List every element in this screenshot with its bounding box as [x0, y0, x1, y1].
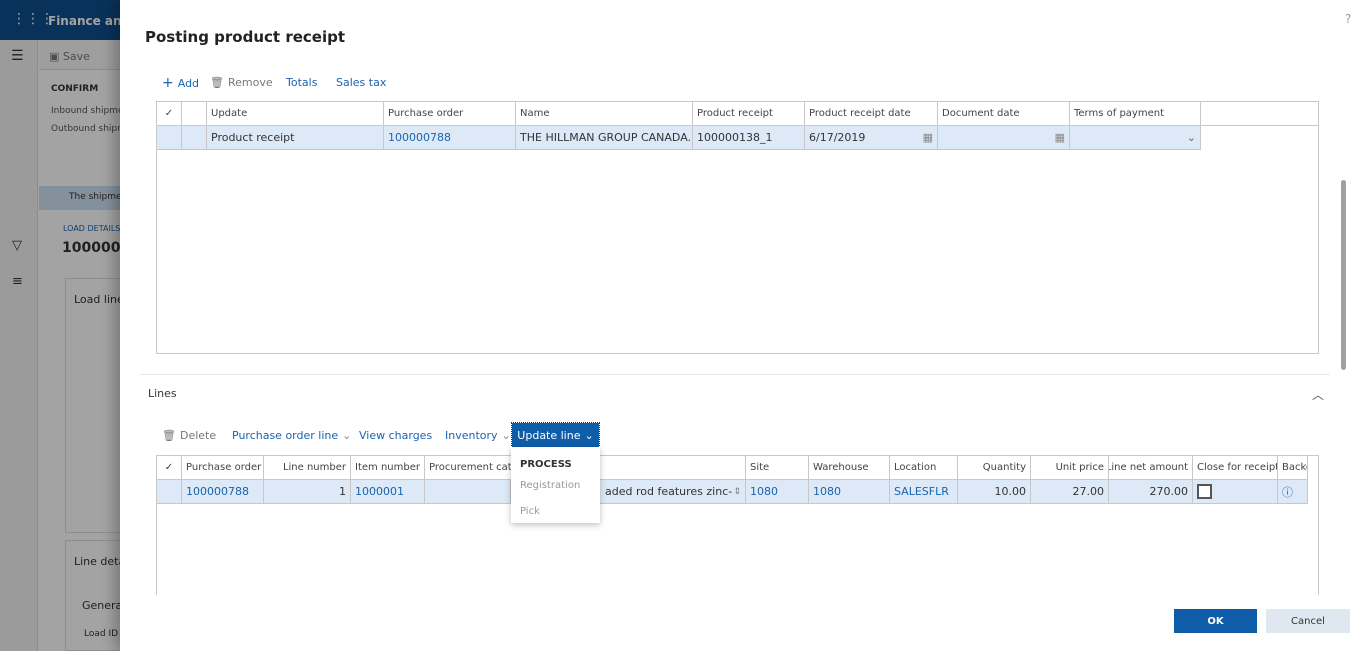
lines-grid: ✓ Purchase order Line number Item number… — [156, 455, 1319, 595]
help-icon[interactable]: ? — [1345, 12, 1351, 26]
table-row[interactable]: Product receipt 100000788 THE HILLMAN GR… — [157, 126, 1201, 150]
trash-icon: 🗑 — [162, 429, 176, 442]
delete-button[interactable]: 🗑 Delete — [162, 429, 216, 442]
lines-grid-header: ✓ Purchase order Line number Item number… — [157, 456, 1308, 480]
inventory-menu[interactable]: Inventory ⌄ — [445, 429, 511, 442]
totals-button[interactable]: Totals — [286, 76, 317, 89]
col-purchase-order[interactable]: Purchase order — [384, 102, 516, 125]
purchase-order-link[interactable]: 100000788 — [384, 126, 516, 149]
col-purchase-order[interactable]: Purchase order — [182, 456, 264, 479]
col-terms-of-payment[interactable]: Terms of payment — [1070, 102, 1201, 125]
product-receipt-date-value: 6/17/2019 — [809, 131, 866, 144]
col-location[interactable]: Location — [890, 456, 958, 479]
line-number-cell: 1 — [264, 480, 351, 503]
update-line-menu-button[interactable]: Update line ⌄ — [511, 422, 600, 448]
col-product-receipt[interactable]: Product receipt — [693, 102, 805, 125]
purchase-order-line-menu[interactable]: Purchase order line ⌄ — [232, 429, 351, 442]
quantity-cell[interactable]: 10.00 — [958, 480, 1031, 503]
update-line-dropdown-menu: PROCESS Registration Pick — [511, 447, 600, 523]
dialog-scrollbar[interactable] — [1341, 180, 1346, 370]
remove-button[interactable]: 🗑 Remove — [210, 76, 273, 89]
calendar-icon[interactable]: ▦ — [1055, 131, 1065, 144]
update-cell[interactable]: Product receipt — [207, 126, 384, 149]
chevron-down-icon: ⌄ — [584, 428, 594, 442]
warehouse-link[interactable]: 1080 — [809, 480, 890, 503]
purchase-order-link[interactable]: 100000788 — [182, 480, 264, 503]
chevron-down-icon: ⌄ — [501, 429, 511, 442]
select-all-checkmark-icon[interactable]: ✓ — [157, 456, 182, 479]
product-receipt-date-input[interactable]: 6/17/2019 ▦ — [805, 126, 938, 149]
header-grid: ✓ Update Purchase order Name Product rec… — [156, 101, 1319, 354]
dialog-title: Posting product receipt — [145, 28, 346, 46]
chevron-down-icon: ⌄ — [1186, 131, 1196, 144]
terms-of-payment-select[interactable]: ⌄ — [1070, 126, 1201, 149]
col-backorder[interactable]: Backo — [1278, 456, 1308, 479]
document-date-input[interactable]: ▦ — [938, 126, 1070, 149]
col-close-for-receipt[interactable]: Close for receipt — [1193, 456, 1278, 479]
menu-item-pick[interactable]: Pick — [520, 506, 540, 517]
chevron-down-icon: ⌄ — [342, 429, 352, 442]
row-marker-header — [182, 102, 207, 125]
add-label: Add — [177, 76, 200, 90]
menu-heading-process: PROCESS — [520, 459, 572, 470]
close-for-receipt-cell — [1193, 480, 1278, 503]
plus-icon: + — [162, 75, 174, 91]
col-item-number[interactable]: Item number — [351, 456, 425, 479]
unit-price-cell: 27.00 — [1031, 480, 1109, 503]
row-select[interactable] — [157, 126, 182, 149]
select-all-checkmark-icon[interactable]: ✓ — [157, 102, 182, 125]
table-row[interactable]: 100000788 1 1000001 aded rod features zi… — [157, 480, 1308, 504]
col-document-date[interactable]: Document date — [938, 102, 1070, 125]
col-update[interactable]: Update — [207, 102, 384, 125]
lines-section-title: Lines — [148, 387, 177, 400]
col-warehouse[interactable]: Warehouse — [809, 456, 890, 479]
name-cell: THE HILLMAN GROUP CANADA... — [516, 126, 693, 149]
calendar-icon[interactable]: ▦ — [923, 131, 933, 144]
row-select[interactable] — [157, 480, 182, 503]
col-line-net-amount[interactable]: Line net amount — [1109, 456, 1193, 479]
cancel-button[interactable]: Cancel — [1266, 609, 1350, 633]
add-button[interactable]: + Add — [162, 75, 199, 91]
item-number-link[interactable]: 1000001 — [351, 480, 425, 503]
section-divider — [140, 374, 1330, 375]
ok-button[interactable]: OK — [1174, 609, 1257, 633]
col-quantity[interactable]: Quantity — [958, 456, 1031, 479]
menu-item-registration[interactable]: Registration — [520, 480, 580, 491]
delete-label: Delete — [179, 429, 217, 442]
site-link[interactable]: 1080 — [746, 480, 809, 503]
col-unit-price[interactable]: Unit price — [1031, 456, 1109, 479]
collapse-chevron-up-icon[interactable]: ︿ — [1312, 386, 1324, 403]
location-link[interactable]: SALESFLR — [890, 480, 958, 503]
posting-product-receipt-dialog: Posting product receipt ? + Add 🗑 Remove T… — [120, 0, 1357, 651]
trash-icon: 🗑 — [210, 76, 224, 89]
col-name[interactable]: Name — [516, 102, 693, 125]
col-line-number[interactable]: Line number — [264, 456, 351, 479]
header-grid-header: ✓ Update Purchase order Name Product rec… — [157, 102, 1318, 126]
row-marker — [182, 126, 207, 149]
spinner-icon[interactable]: ⇕ — [733, 487, 741, 497]
line-net-amount-cell: 270.00 — [1109, 480, 1193, 503]
product-receipt-input[interactable]: 100000138_1 — [693, 126, 805, 149]
info-icon[interactable]: ⓘ — [1278, 480, 1308, 503]
remove-label: Remove — [227, 76, 273, 89]
procurement-category-cell — [425, 480, 511, 503]
inventory-label: Inventory — [445, 429, 498, 442]
view-charges-button[interactable]: View charges — [359, 429, 432, 442]
update-line-label: Update line — [517, 428, 581, 442]
col-product-receipt-date[interactable]: Product receipt date — [805, 102, 938, 125]
col-site[interactable]: Site — [746, 456, 809, 479]
purchase-order-line-label: Purchase order line — [232, 429, 339, 442]
close-for-receipt-checkbox[interactable] — [1197, 484, 1212, 499]
sales-tax-button[interactable]: Sales tax — [336, 76, 386, 89]
